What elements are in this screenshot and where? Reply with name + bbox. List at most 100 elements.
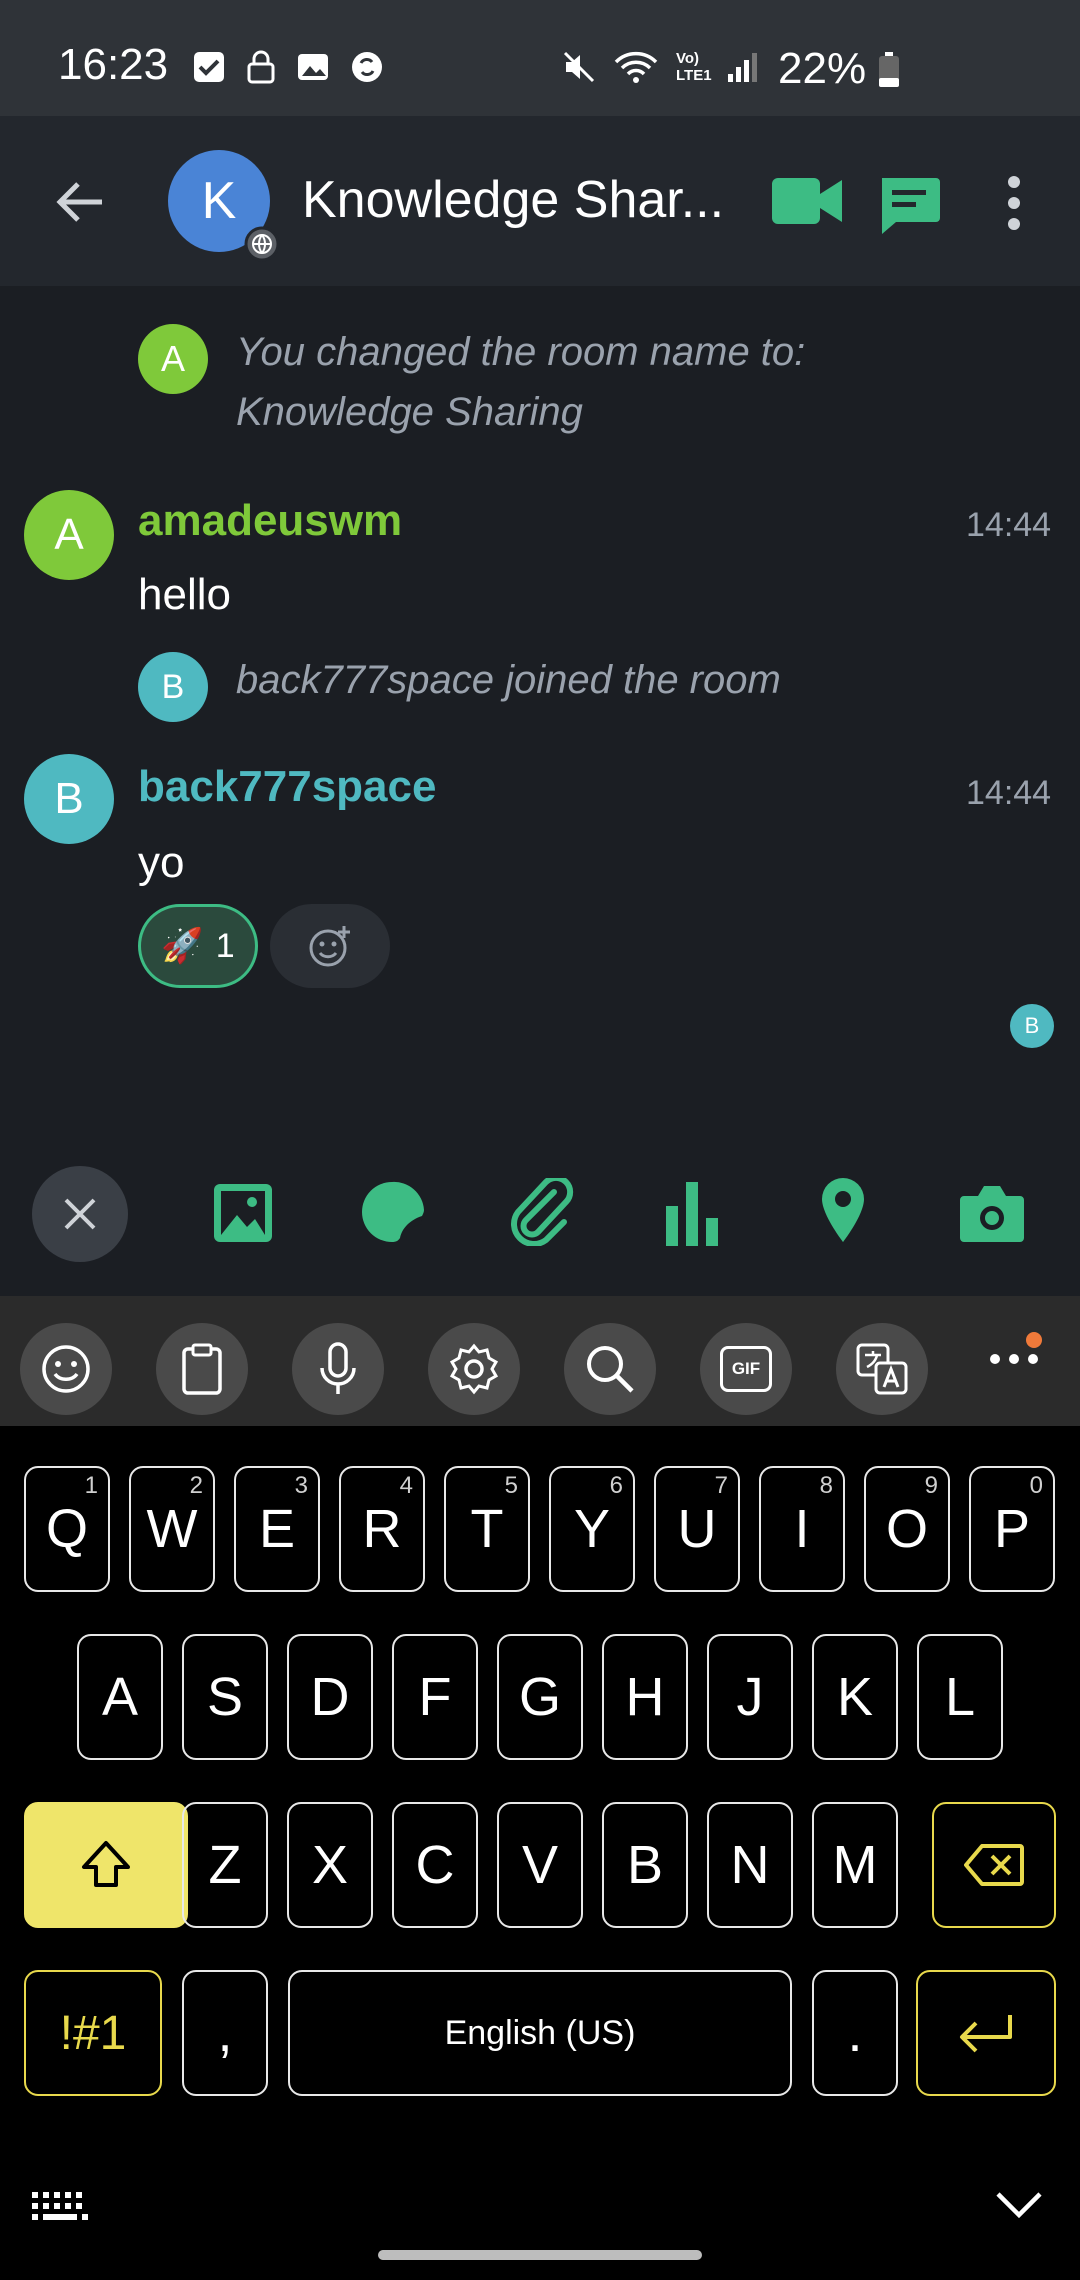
key-label: F: [418, 1667, 452, 1727]
status-time: 16:23: [58, 40, 169, 89]
key-label: L: [944, 1667, 976, 1727]
avatar-letter: B: [1024, 1013, 1040, 1038]
key-label: V: [521, 1835, 559, 1895]
key-label: M: [832, 1835, 878, 1895]
sticker-icon[interactable]: [360, 1180, 424, 1244]
key-a[interactable]: A: [77, 1634, 163, 1760]
public-globe-icon: [244, 226, 280, 262]
threads-icon[interactable]: [876, 172, 942, 238]
read-receipt-avatar[interactable]: B: [1010, 1004, 1054, 1048]
key-label: D: [310, 1667, 350, 1727]
system-avatar-1[interactable]: A: [138, 324, 208, 394]
key-b[interactable]: B: [602, 1802, 688, 1928]
key-y[interactable]: Y6: [549, 1466, 635, 1592]
backspace-icon: [964, 1844, 1024, 1886]
key-e[interactable]: E3: [234, 1466, 320, 1592]
close-attachments-button[interactable]: [32, 1166, 128, 1262]
shift-key[interactable]: [24, 1802, 188, 1928]
poll-icon[interactable]: [664, 1180, 720, 1246]
room-title[interactable]: Knowledge Shar...: [302, 170, 724, 230]
checkbox-notification-icon: [194, 52, 224, 82]
sender-avatar-amadeuswm[interactable]: A: [24, 490, 114, 580]
video-call-icon[interactable]: [770, 174, 844, 228]
key-label: Z: [208, 1835, 242, 1895]
keyboard-search-button[interactable]: [564, 1323, 656, 1415]
sender-name[interactable]: amadeuswm: [138, 496, 402, 546]
key-x[interactable]: X: [287, 1802, 373, 1928]
translate-button[interactable]: [836, 1323, 928, 1415]
image-notification-icon: [298, 54, 328, 80]
gif-button[interactable]: GIF: [700, 1323, 792, 1415]
space-key[interactable]: English (US): [288, 1970, 792, 2096]
enter-key[interactable]: [916, 1970, 1056, 2096]
keyboard-switch-icon[interactable]: [30, 2190, 90, 2224]
key-c[interactable]: C: [392, 1802, 478, 1928]
image-icon[interactable]: [212, 1182, 274, 1244]
key-w[interactable]: W2: [129, 1466, 215, 1592]
sender-name[interactable]: back777space: [138, 762, 436, 812]
clipboard-button[interactable]: [156, 1323, 248, 1415]
key-label: J: [736, 1667, 764, 1727]
key-label: T: [470, 1499, 504, 1559]
room-name-change-event: You changed the room name to: Knowledge …: [236, 322, 1056, 442]
key-label: R: [362, 1499, 402, 1559]
status-bar: 16:23 Vo) LTE1 22%: [0, 0, 1080, 116]
key-h[interactable]: H: [602, 1634, 688, 1760]
key-label: K: [836, 1667, 874, 1727]
key-k[interactable]: K: [812, 1634, 898, 1760]
location-icon[interactable]: [820, 1176, 866, 1244]
camera-icon[interactable]: [958, 1184, 1026, 1242]
backspace-key[interactable]: [932, 1802, 1056, 1928]
key-number-hint: 7: [714, 1472, 728, 1499]
key-q[interactable]: Q1: [24, 1466, 110, 1592]
settings-icon: [449, 1343, 499, 1395]
key-z[interactable]: Z: [182, 1802, 268, 1928]
key-j[interactable]: J: [707, 1634, 793, 1760]
period-key[interactable]: .: [812, 1970, 898, 2096]
key-label: Y: [573, 1499, 611, 1559]
keyboard-settings-button[interactable]: [428, 1323, 520, 1415]
lock-icon: [247, 50, 275, 84]
home-indicator[interactable]: [378, 2250, 702, 2260]
key-number-hint: 8: [819, 1472, 833, 1499]
add-reaction-button[interactable]: [270, 904, 390, 988]
key-t[interactable]: T5: [444, 1466, 530, 1592]
reaction-count: 1: [215, 926, 235, 965]
key-number-hint: 5: [504, 1472, 518, 1499]
comma-key[interactable]: ,: [182, 1970, 268, 2096]
key-i[interactable]: I8: [759, 1466, 845, 1592]
key-d[interactable]: D: [287, 1634, 373, 1760]
voice-input-button[interactable]: [292, 1323, 384, 1415]
hide-keyboard-icon[interactable]: [994, 2190, 1044, 2220]
key-v[interactable]: V: [497, 1802, 583, 1928]
avatar-letter: A: [54, 510, 84, 559]
message-text[interactable]: yo: [138, 838, 184, 888]
reaction-chip[interactable]: 🚀 1: [138, 904, 258, 988]
key-f[interactable]: F: [392, 1634, 478, 1760]
system-avatar-2[interactable]: B: [138, 652, 208, 722]
emoji-button[interactable]: [20, 1323, 112, 1415]
symbols-key[interactable]: !#1: [24, 1970, 162, 2096]
key-label: B: [626, 1835, 664, 1895]
back-arrow-icon[interactable]: [52, 174, 108, 230]
key-m[interactable]: M: [812, 1802, 898, 1928]
key-o[interactable]: O9: [864, 1466, 950, 1592]
key-s[interactable]: S: [182, 1634, 268, 1760]
message-text[interactable]: hello: [138, 570, 231, 620]
key-p[interactable]: P0: [969, 1466, 1055, 1592]
more-icon[interactable]: [988, 1352, 1040, 1366]
key-label: I: [794, 1499, 810, 1559]
more-options-icon[interactable]: [1000, 174, 1028, 232]
key-label: G: [518, 1667, 561, 1727]
sender-avatar-back777space[interactable]: B: [24, 754, 114, 844]
key-u[interactable]: U7: [654, 1466, 740, 1592]
key-label: H: [625, 1667, 665, 1727]
attachment-icon[interactable]: [510, 1178, 574, 1246]
key-l[interactable]: L: [917, 1634, 1003, 1760]
key-r[interactable]: R4: [339, 1466, 425, 1592]
key-g[interactable]: G: [497, 1634, 583, 1760]
key-n[interactable]: N: [707, 1802, 793, 1928]
key-label: Q: [45, 1499, 88, 1559]
key-label: N: [730, 1835, 770, 1895]
room-avatar-letter: K: [201, 172, 237, 230]
